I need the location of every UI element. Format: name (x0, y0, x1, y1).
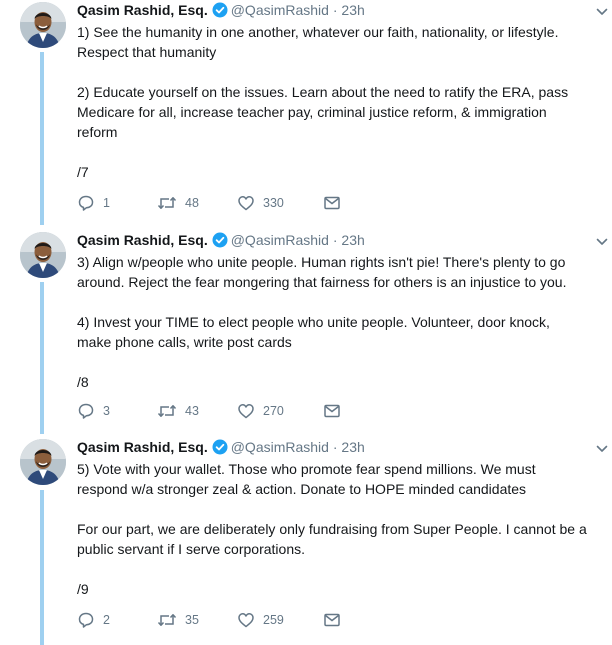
like-button[interactable]: 330 (237, 194, 323, 212)
retweet-button[interactable]: 35 (157, 611, 237, 629)
like-button[interactable]: 259 (237, 611, 323, 629)
reply-icon (77, 194, 95, 212)
heart-icon (237, 194, 255, 212)
reply-icon (77, 611, 95, 629)
reply-count: 1 (103, 196, 110, 210)
tweet-actions: 3 43 270 (77, 401, 341, 421)
timestamp[interactable]: 23h (341, 232, 364, 248)
tweet-actions: 2 35 259 (77, 610, 341, 630)
chevron-down-icon[interactable] (595, 234, 609, 254)
reply-icon (77, 402, 95, 420)
tweet-header: Qasim Rashid, Esq. @QasimRashid · 23h (77, 230, 608, 253)
author-handle[interactable]: @QasimRashid (231, 439, 329, 455)
envelope-icon (323, 611, 341, 629)
direct-message-button[interactable] (323, 194, 341, 212)
envelope-icon (323, 402, 341, 420)
separator-dot: · (332, 2, 338, 18)
thread-line (40, 52, 44, 225)
like-button[interactable]: 270 (237, 402, 323, 420)
avatar[interactable] (20, 232, 66, 278)
avatar[interactable] (20, 2, 66, 48)
avatar[interactable] (20, 439, 66, 485)
heart-icon (237, 611, 255, 629)
reply-button[interactable]: 2 (77, 611, 157, 629)
chevron-down-icon[interactable] (595, 4, 609, 24)
direct-message-button[interactable] (323, 611, 341, 629)
separator-dot: · (332, 439, 338, 455)
tweet-header: Qasim Rashid, Esq. @QasimRashid · 23h (77, 0, 608, 23)
reply-count: 3 (103, 404, 110, 418)
separator-dot: · (332, 232, 338, 248)
tweet-actions: 1 48 330 (77, 193, 341, 213)
retweet-button[interactable]: 48 (157, 194, 237, 212)
envelope-icon (323, 194, 341, 212)
retweet-icon (157, 194, 177, 212)
tweet-header: Qasim Rashid, Esq. @QasimRashid · 23h (77, 437, 608, 460)
like-count: 270 (263, 404, 284, 418)
chevron-down-icon[interactable] (595, 441, 609, 461)
direct-message-button[interactable] (323, 402, 341, 420)
thread-line (40, 490, 44, 645)
timestamp[interactable]: 23h (341, 2, 364, 18)
reply-count: 2 (103, 613, 110, 627)
author-name[interactable]: Qasim Rashid, Esq. (77, 439, 208, 455)
verified-badge-icon (212, 2, 228, 23)
heart-icon (237, 402, 255, 420)
retweet-button[interactable]: 43 (157, 402, 237, 420)
tweet-text: 3) Align w/people who unite people. Huma… (77, 254, 567, 390)
retweet-icon (157, 611, 177, 629)
retweet-icon (157, 402, 177, 420)
thread-line (40, 282, 44, 434)
reply-button[interactable]: 3 (77, 402, 157, 420)
author-handle[interactable]: @QasimRashid (231, 2, 329, 18)
retweet-count: 48 (185, 196, 199, 210)
like-count: 330 (263, 196, 284, 210)
retweet-count: 35 (185, 613, 199, 627)
verified-badge-icon (212, 439, 228, 460)
author-name[interactable]: Qasim Rashid, Esq. (77, 2, 208, 18)
reply-button[interactable]: 1 (77, 194, 157, 212)
retweet-count: 43 (185, 404, 199, 418)
author-handle[interactable]: @QasimRashid (231, 232, 329, 248)
timestamp[interactable]: 23h (341, 439, 364, 455)
verified-badge-icon (212, 232, 228, 253)
author-name[interactable]: Qasim Rashid, Esq. (77, 232, 208, 248)
tweet-text: 1) See the humanity in one another, what… (77, 24, 569, 180)
tweet-text: 5) Vote with your wallet. Those who prom… (77, 461, 587, 597)
like-count: 259 (263, 613, 284, 627)
